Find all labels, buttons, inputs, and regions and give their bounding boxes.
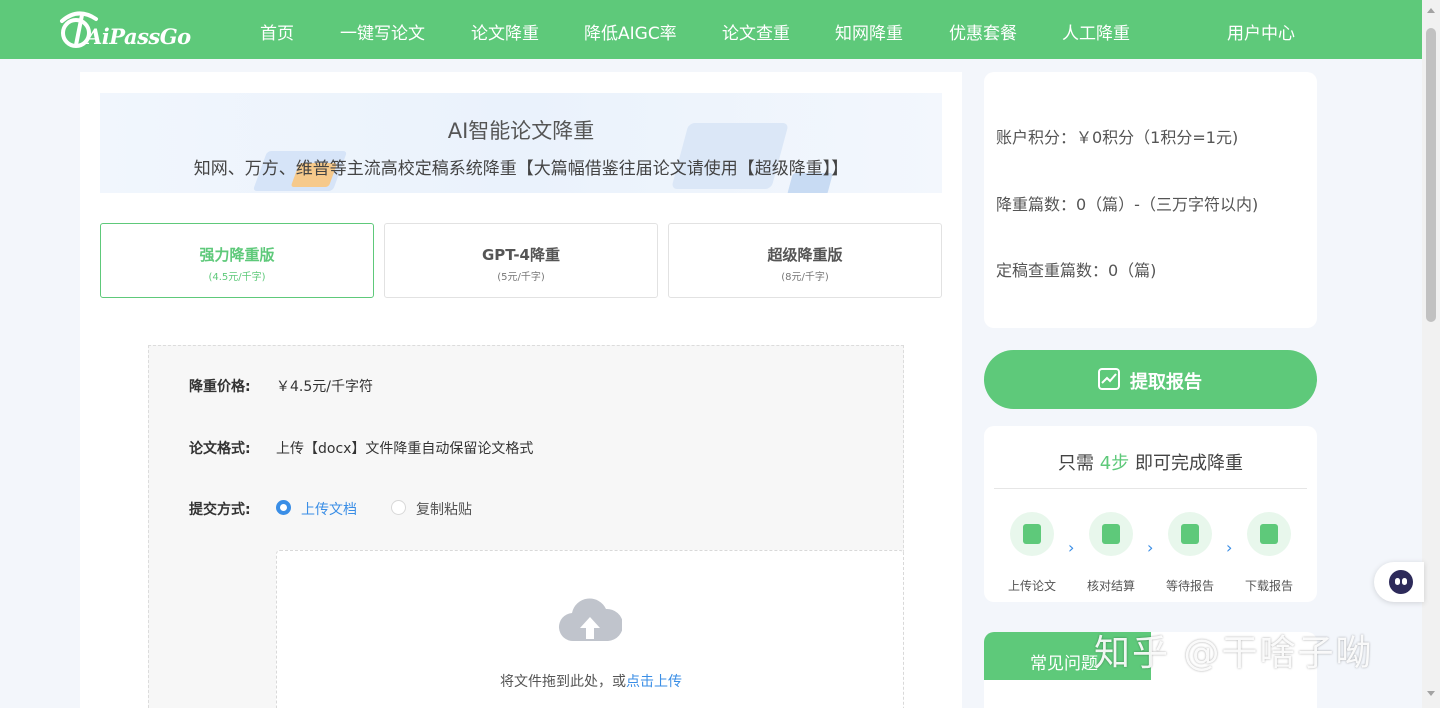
file-upload-dropzone[interactable]: 将文件拖到此处，或点击上传 xyxy=(276,550,904,708)
plan-card-gpt4[interactable]: GPT-4降重 (5元/千字) xyxy=(384,223,658,298)
banner: AI智能论文降重 知网、万方、维普等主流高校定稿系统降重【大篇幅借鉴往届论文请使… xyxy=(100,93,942,193)
steps-card: 只需 4步 即可完成降重 › › › 上传论文 核对结算 等待报告 下载报告 xyxy=(984,426,1317,602)
brand-logo[interactable]: AiPassGo xyxy=(54,8,191,52)
robot-eye xyxy=(1395,578,1400,585)
plan-name: GPT-4降重 xyxy=(482,246,560,264)
step-arrow-icon: › xyxy=(1147,538,1154,557)
plan-card-super[interactable]: 超级降重版 (8元/千字) xyxy=(668,223,942,298)
nav-item-cnki-rewrite[interactable]: 知网降重 xyxy=(835,19,903,44)
nav-item-reduce-aigc[interactable]: 降低AIGC率 xyxy=(584,19,677,44)
click-upload-link[interactable]: 点击上传 xyxy=(626,674,682,690)
wallet-icon xyxy=(1089,512,1133,556)
chart-trend-icon xyxy=(1098,368,1120,390)
logo-text: AiPassGo xyxy=(86,24,191,49)
plan-price: (5元/千字) xyxy=(497,272,545,283)
nav-item-manual-rewrite[interactable]: 人工降重 xyxy=(1062,19,1130,44)
step-label-wait: 等待报告 xyxy=(1165,579,1214,593)
step-arrow-icon: › xyxy=(1068,538,1075,557)
watermark: 知乎 @干啥子呦 xyxy=(1094,633,1374,674)
download-icon xyxy=(1247,512,1291,556)
fetch-report-button[interactable]: 提取报告 xyxy=(984,350,1317,409)
upload-paper-icon xyxy=(1010,512,1054,556)
account-points: 账户积分：￥0积分（1积分=1元) xyxy=(996,128,1239,147)
document-clock-icon xyxy=(1168,512,1212,556)
fetch-report-label: 提取报告 xyxy=(1130,372,1202,393)
steps-title-highlight: 4步 xyxy=(1099,453,1130,474)
page-scrollbar[interactable] xyxy=(1422,0,1440,708)
plan-price: (4.5元/千字) xyxy=(208,272,266,283)
steps-divider xyxy=(994,488,1307,489)
steps-title-suffix: 即可完成降重 xyxy=(1134,453,1243,474)
plan-name: 强力降重版 xyxy=(199,246,275,264)
scrollbar-thumb[interactable] xyxy=(1426,28,1436,322)
steps-title-prefix: 只需 xyxy=(1058,453,1095,474)
nav-item-home[interactable]: 首页 xyxy=(260,19,294,44)
check-count: 定稿查重篇数：0（篇) xyxy=(996,261,1157,280)
top-nav-bar: AiPassGo 首页 一键写论文 论文降重 降低AIGC率 论文查重 知网降重… xyxy=(0,0,1422,59)
price-label: 降重价格: xyxy=(189,379,251,395)
nav-item-write-paper[interactable]: 一键写论文 xyxy=(340,19,425,44)
step-label-checkout: 核对结算 xyxy=(1086,579,1135,593)
radio-copy-paste-label[interactable]: 复制粘贴 xyxy=(416,499,472,519)
step-label-upload: 上传论文 xyxy=(1007,579,1056,593)
nav-item-paper-rewrite[interactable]: 论文降重 xyxy=(471,19,539,44)
nav-item-plagiarism-check[interactable]: 论文查重 xyxy=(722,19,790,44)
plan-price: (8元/千字) xyxy=(781,272,829,283)
submit-method-label: 提交方式: xyxy=(189,502,251,518)
nav-item-user-center[interactable]: 用户中心 xyxy=(1227,19,1295,44)
scroll-up-arrow-icon[interactable] xyxy=(1427,8,1435,13)
cloud-upload-icon xyxy=(558,598,622,642)
nav-item-packages[interactable]: 优惠套餐 xyxy=(949,19,1017,44)
robot-eye xyxy=(1402,578,1407,585)
rewrite-form: 降重价格: ￥4.5元/千字符 论文格式: 上传【docx】文件降重自动保留论文… xyxy=(148,345,904,708)
robot-face-icon xyxy=(1389,570,1413,594)
upload-hint-text: 将文件拖到此处，或 xyxy=(500,674,626,690)
steps-title: 只需 4步 即可完成降重 xyxy=(984,449,1317,475)
chat-assistant-button[interactable] xyxy=(1374,562,1424,602)
format-label: 论文格式: xyxy=(189,441,251,457)
plan-card-strong[interactable]: 强力降重版 (4.5元/千字) xyxy=(100,223,374,298)
scroll-down-arrow-icon[interactable] xyxy=(1427,691,1435,696)
rewrite-count: 降重篇数：0（篇）-（三万字符以内) xyxy=(996,195,1259,214)
format-value: 上传【docx】文件降重自动保留论文格式 xyxy=(276,441,534,457)
radio-upload-document[interactable] xyxy=(276,500,291,515)
faq-label: 常见问题 xyxy=(1030,654,1098,674)
upload-hint: 将文件拖到此处，或点击上传 xyxy=(277,671,905,691)
plan-name: 超级降重版 xyxy=(767,246,843,264)
price-value: ￥4.5元/千字符 xyxy=(276,379,373,395)
radio-copy-paste[interactable] xyxy=(391,500,406,515)
step-arrow-icon: › xyxy=(1226,538,1233,557)
radio-upload-document-label[interactable]: 上传文档 xyxy=(301,499,357,519)
banner-subtitle: 知网、万方、维普等主流高校定稿系统降重【大篇幅借鉴往届论文请使用【超级降重】】 xyxy=(193,159,849,179)
account-info-card: 账户积分：￥0积分（1积分=1元) 降重篇数：0（篇）-（三万字符以内) 定稿查… xyxy=(984,72,1317,328)
banner-title: AI智能论文降重 xyxy=(447,119,595,143)
step-label-download: 下载报告 xyxy=(1244,579,1293,593)
